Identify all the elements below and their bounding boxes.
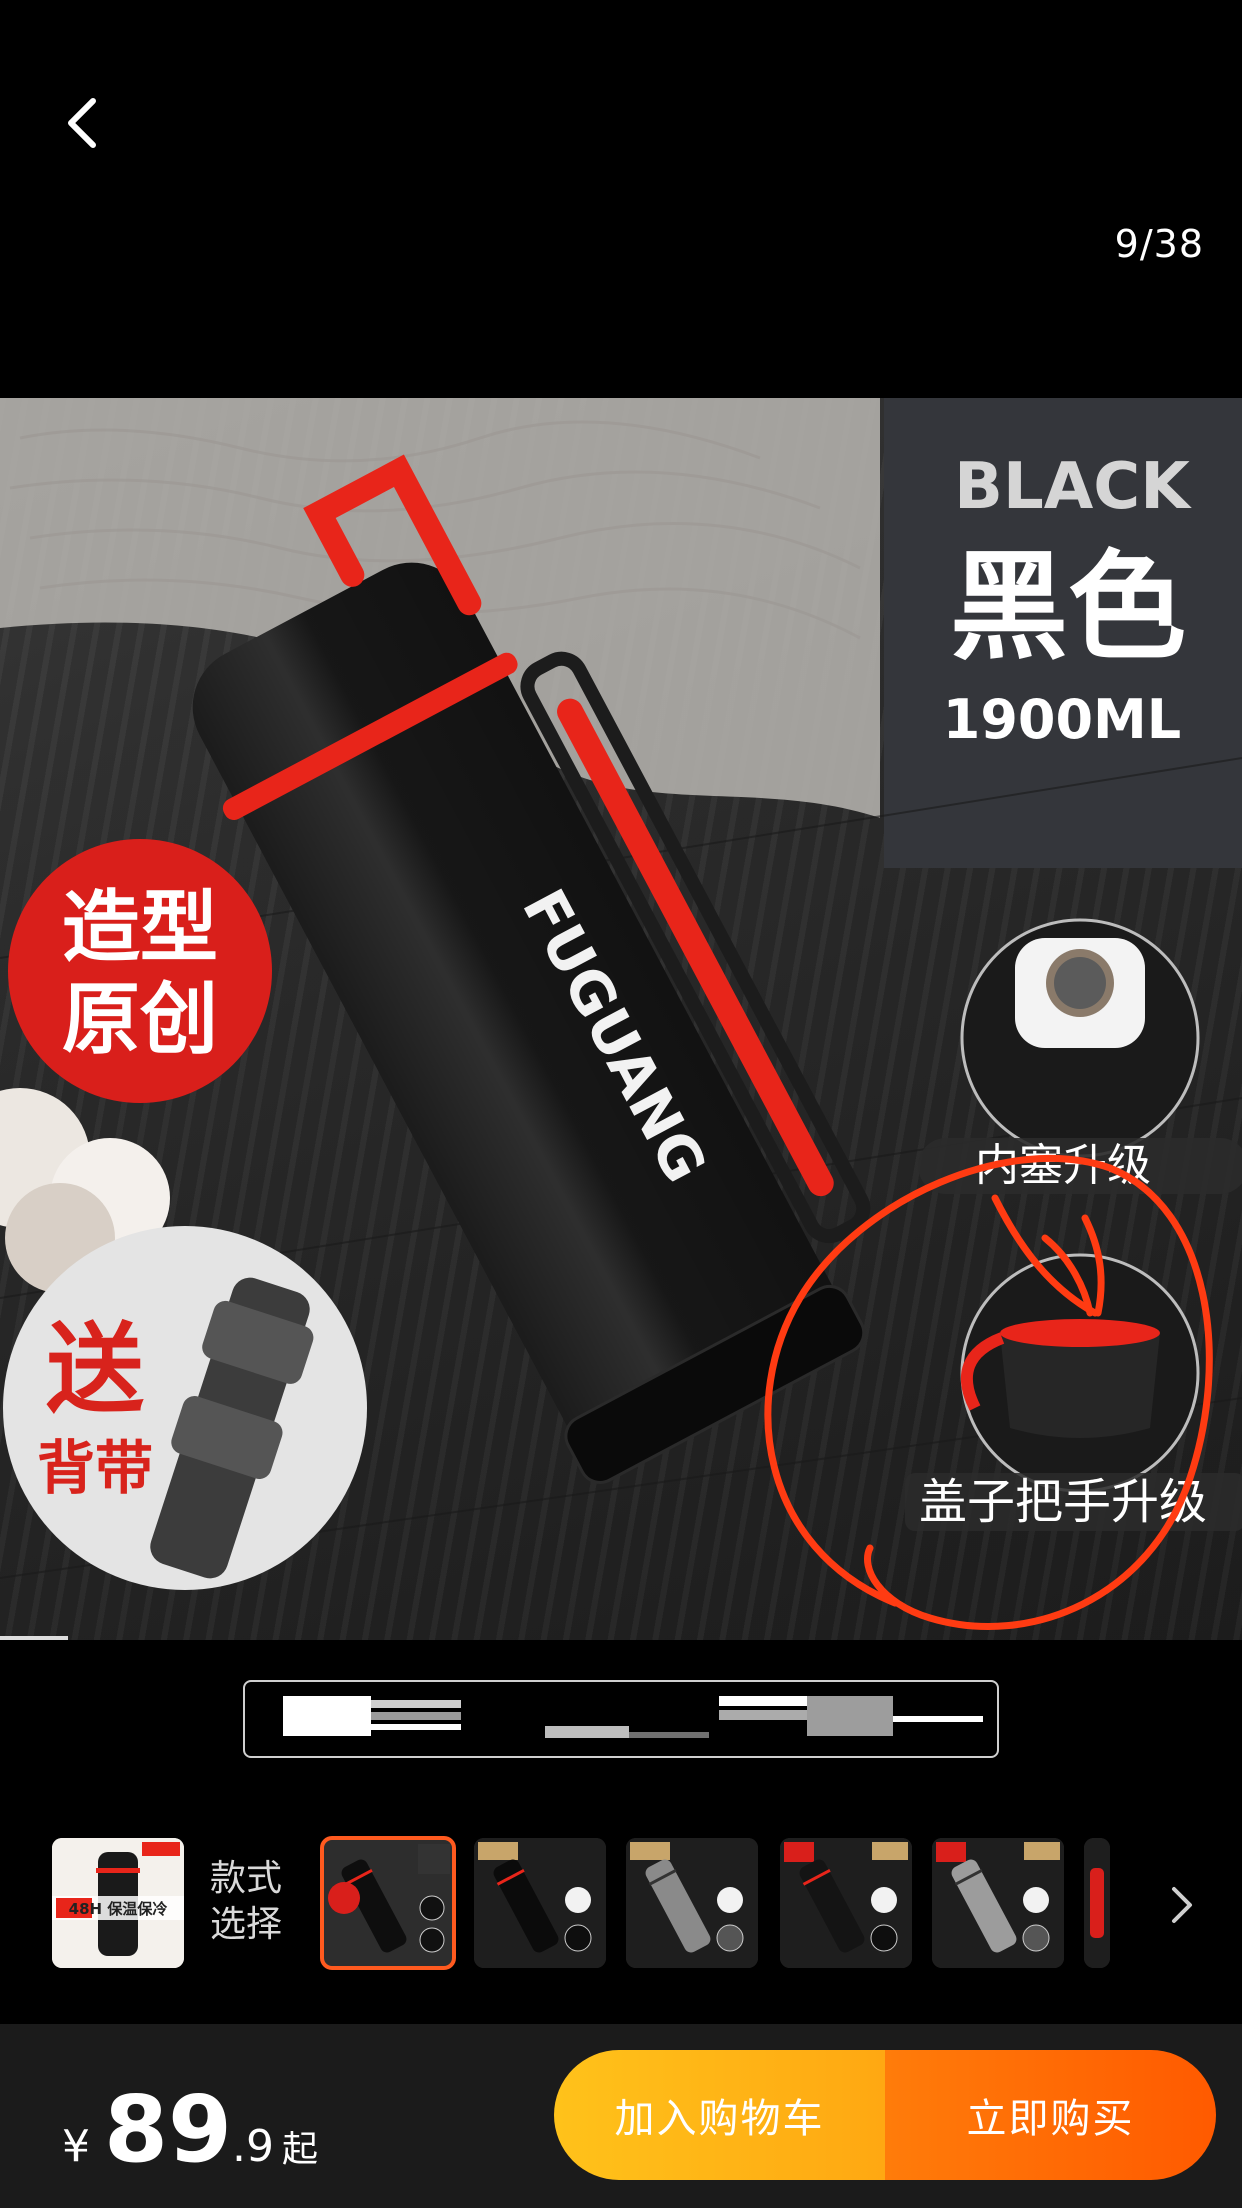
thumb-image (322, 1838, 454, 1968)
buy-now-button[interactable]: 立即购买 (885, 2050, 1216, 2180)
back-button[interactable] (52, 88, 112, 158)
add-to-cart-button[interactable]: 加入购物车 (554, 2050, 885, 2180)
image-counter: 9/38 (1114, 222, 1204, 266)
action-buttons: 加入购物车 立即购买 (554, 2050, 1216, 2180)
thumb-image (1084, 1838, 1110, 1968)
product-image-viewer: 9/38 FUGUANG BLACK 黑色 1900ML 造型 原创 送 背带 … (0, 0, 1242, 2208)
thumb-image (474, 1838, 606, 1968)
currency-symbol: ¥ (62, 2121, 90, 2172)
style-thumb-6-partial[interactable] (1084, 1838, 1110, 1968)
color-en-label: BLACK (954, 450, 1192, 524)
thumb-image (780, 1838, 912, 1968)
original-design-badge: 造型 原创 (8, 839, 272, 1103)
promo-strip-graphic (283, 1696, 983, 1738)
thumb-image (932, 1838, 1064, 1968)
style-selector-label: 款式 选择 (210, 1858, 283, 1945)
style-thumb-2[interactable] (474, 1838, 606, 1968)
style-thumb-main[interactable]: 48H 保温保冷 (52, 1838, 184, 1968)
style-thumb-3[interactable] (626, 1838, 758, 1968)
svg-text:背带: 背带 (37, 1434, 153, 1502)
style-row-next-button[interactable] (1162, 1880, 1202, 1930)
price-suffix: 起 (282, 2129, 319, 2170)
price-integer: 89 (104, 2076, 233, 2183)
promo-strip[interactable] (243, 1680, 999, 1758)
svg-text:盖子把手升级: 盖子把手升级 (919, 1474, 1207, 1530)
style-thumb-black-selected[interactable] (320, 1836, 456, 1970)
product-illustration: FUGUANG BLACK 黑色 1900ML 造型 原创 送 背带 内塞升级 … (0, 398, 1242, 1630)
color-cn-label: 黑色 (950, 538, 1186, 676)
svg-text:48H 保温保冷: 48H 保温保冷 (69, 1900, 168, 1918)
svg-text:造型: 造型 (62, 883, 218, 973)
bottom-action-bar: ¥ 89 .9 起 加入购物车 立即购买 (0, 2024, 1242, 2208)
gift-strap-badge: 送 背带 (3, 1226, 367, 1590)
price: ¥ 89 .9 起 (62, 2084, 318, 2176)
product-image[interactable]: FUGUANG BLACK 黑色 1900ML 造型 原创 送 背带 内塞升级 … (0, 398, 1242, 1640)
svg-text:原创: 原创 (62, 975, 218, 1065)
price-decimal: .9 (232, 2121, 275, 2172)
capacity-label: 1900ML (943, 688, 1181, 751)
thumb-image: 48H 保温保冷 (52, 1838, 184, 1968)
style-thumb-5[interactable] (932, 1838, 1064, 1968)
inner-stopper-badge: 内塞升级 (918, 918, 1242, 1194)
chevron-left-icon (68, 98, 96, 148)
style-selector: 48H 保温保冷 款式 选择 (0, 1832, 1242, 1972)
style-thumb-4[interactable] (780, 1838, 912, 1968)
svg-text:送: 送 (46, 1313, 144, 1427)
image-progress-indicator (0, 1636, 68, 1640)
thumb-image (626, 1838, 758, 1968)
chevron-right-icon (1172, 1887, 1192, 1923)
